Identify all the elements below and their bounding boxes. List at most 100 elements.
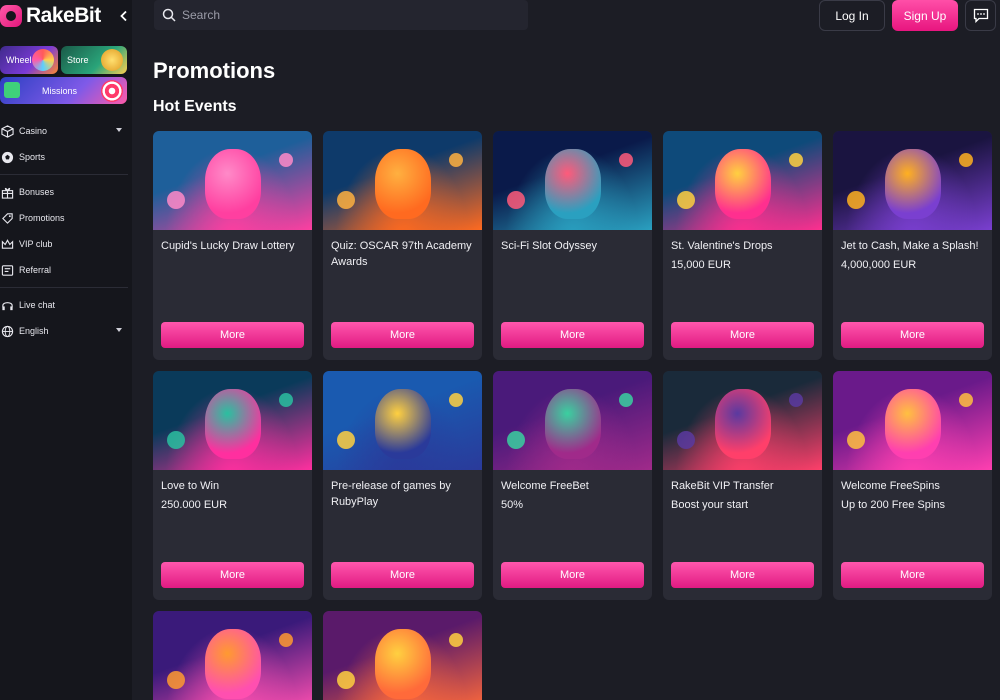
promotion-text: Welcome FreeBet 50%	[493, 470, 652, 513]
promotion-card[interactable]: Quiz: OSCAR 97th Academy Awards More	[323, 131, 482, 360]
brand-logo[interactable]: RakeBit	[0, 4, 101, 28]
promotion-art-shape	[885, 389, 941, 459]
promotion-card[interactable]: Welcome FreeBet 50% More	[493, 371, 652, 600]
sidebar-item-sports[interactable]: Sports	[0, 144, 132, 170]
promotion-art-shape	[847, 191, 865, 209]
checkbox-icon	[4, 82, 20, 98]
promotion-art-shape	[375, 629, 431, 699]
more-button[interactable]: More	[161, 322, 304, 348]
sidebar-item-promotions[interactable]: Promotions	[0, 205, 132, 231]
promotion-art-shape	[619, 153, 633, 167]
search-bar[interactable]	[154, 0, 528, 30]
sidebar-item-language[interactable]: English	[0, 318, 132, 344]
search-input[interactable]	[182, 8, 502, 22]
promotion-art-shape	[847, 431, 865, 449]
wheel-tile-label: Wheel	[6, 55, 32, 65]
collapse-sidebar-button[interactable]	[112, 6, 136, 26]
promotion-subtitle: Up to 200 Free Spins	[841, 499, 945, 511]
signup-button[interactable]: Sign Up	[892, 0, 958, 31]
promotion-card[interactable]	[323, 611, 482, 700]
promotion-text: Cupid's Lucky Draw Lottery	[153, 230, 312, 254]
promotion-art-shape	[507, 431, 525, 449]
store-tile-label: Store	[67, 55, 89, 65]
promotion-image	[153, 131, 312, 230]
promotion-image	[663, 371, 822, 470]
promotion-title: Love to Win	[161, 480, 220, 492]
promotion-art-shape	[167, 671, 185, 689]
promotion-title: Welcome FreeBet	[501, 480, 589, 492]
chat-button[interactable]	[965, 0, 996, 31]
promotion-card[interactable]: St. Valentine's Drops 15,000 EUR More	[663, 131, 822, 360]
promotion-art-shape	[279, 153, 293, 167]
promotion-art-shape	[205, 389, 261, 459]
promotion-card[interactable]: RakeBit VIP Transfer Boost your start More	[663, 371, 822, 600]
more-button[interactable]: More	[331, 562, 474, 588]
sidebar-item-label: English	[19, 326, 49, 336]
promotion-text: Love to Win 250.000 EUR	[153, 470, 312, 513]
sidebar-item-bonuses[interactable]: Bonuses	[0, 179, 132, 205]
promotion-card[interactable]: Pre-release of games by RubyPlay More	[323, 371, 482, 600]
promotion-title: RakeBit VIP Transfer	[671, 480, 774, 492]
wheel-tile[interactable]: Wheel	[0, 46, 58, 74]
promotion-art-shape	[789, 153, 803, 167]
login-button[interactable]: Log In	[819, 0, 885, 31]
promotion-title: Jet to Cash, Make a Splash!	[841, 240, 979, 252]
promotion-image	[833, 131, 992, 230]
promotion-art-shape	[337, 191, 355, 209]
promotion-card[interactable]: Cupid's Lucky Draw Lottery More	[153, 131, 312, 360]
promotion-card[interactable]: Jet to Cash, Make a Splash! 4,000,000 EUR…	[833, 131, 992, 360]
promotion-title: St. Valentine's Drops	[671, 240, 773, 252]
promotion-card[interactable]	[153, 611, 312, 700]
sidebar-item-live-chat[interactable]: Live chat	[0, 292, 132, 318]
promotion-image	[663, 131, 822, 230]
more-button[interactable]: More	[671, 322, 814, 348]
divider	[0, 287, 128, 288]
promotion-title: Sci-Fi Slot Odyssey	[501, 240, 597, 252]
globe-icon	[0, 324, 14, 338]
promotion-art-shape	[205, 149, 261, 219]
chevron-left-icon	[120, 10, 127, 22]
more-button[interactable]: More	[161, 562, 304, 588]
sidebar: RakeBit Wheel Store Missions Casino Spor…	[0, 0, 132, 700]
promotion-art-shape	[167, 191, 185, 209]
promotion-text: Pre-release of games by RubyPlay	[323, 470, 482, 510]
sidebar-item-referral[interactable]: Referral	[0, 257, 132, 283]
promotion-art-shape	[677, 431, 695, 449]
promotion-art-shape	[715, 389, 771, 459]
promotion-card[interactable]: Love to Win 250.000 EUR More	[153, 371, 312, 600]
more-button[interactable]: More	[501, 322, 644, 348]
brand-mark-icon	[0, 5, 22, 27]
promotion-card[interactable]: Sci-Fi Slot Odyssey More	[493, 131, 652, 360]
promotion-art-shape	[375, 389, 431, 459]
more-button[interactable]: More	[501, 562, 644, 588]
store-tile[interactable]: Store	[61, 46, 127, 74]
promotion-card[interactable]: Welcome FreeSpins Up to 200 Free Spins Mor…	[833, 371, 992, 600]
sidebar-item-label: Referral	[19, 265, 52, 275]
promotion-art-shape	[279, 633, 293, 647]
promotion-image	[323, 131, 482, 230]
promotion-text: St. Valentine's Drops 15,000 EUR	[663, 230, 822, 273]
divider	[0, 174, 128, 175]
sidebar-item-casino[interactable]: Casino	[0, 118, 132, 144]
promotion-text: Sci-Fi Slot Odyssey	[493, 230, 652, 254]
promotion-subtitle: 50%	[501, 499, 524, 511]
dice-icon	[0, 124, 14, 138]
promotion-art-shape	[507, 191, 525, 209]
tag-icon	[0, 211, 14, 225]
missions-tile-label: Missions	[42, 85, 78, 96]
promotion-art-shape	[279, 393, 293, 407]
promotion-text: Welcome FreeSpins Up to 200 Free Spins	[833, 470, 992, 513]
promotion-text: Jet to Cash, Make a Splash! 4,000,000 EUR	[833, 230, 992, 273]
more-button[interactable]: More	[841, 322, 984, 348]
more-button[interactable]: More	[841, 562, 984, 588]
promotion-title: Quiz: OSCAR 97th Academy Awards	[331, 240, 472, 268]
more-button[interactable]: More	[671, 562, 814, 588]
promotion-subtitle: 250.000 EUR	[161, 499, 228, 511]
sidebar-item-vip-club[interactable]: VIP club	[0, 231, 132, 257]
promotion-art-shape	[449, 633, 463, 647]
promotion-art-shape	[167, 431, 185, 449]
promotion-art-shape	[449, 153, 463, 167]
more-button[interactable]: More	[331, 322, 474, 348]
missions-tile[interactable]: Missions	[0, 77, 127, 104]
sidebar-nav: Casino Sports Bonuses Promotions VIP clu…	[0, 118, 132, 344]
